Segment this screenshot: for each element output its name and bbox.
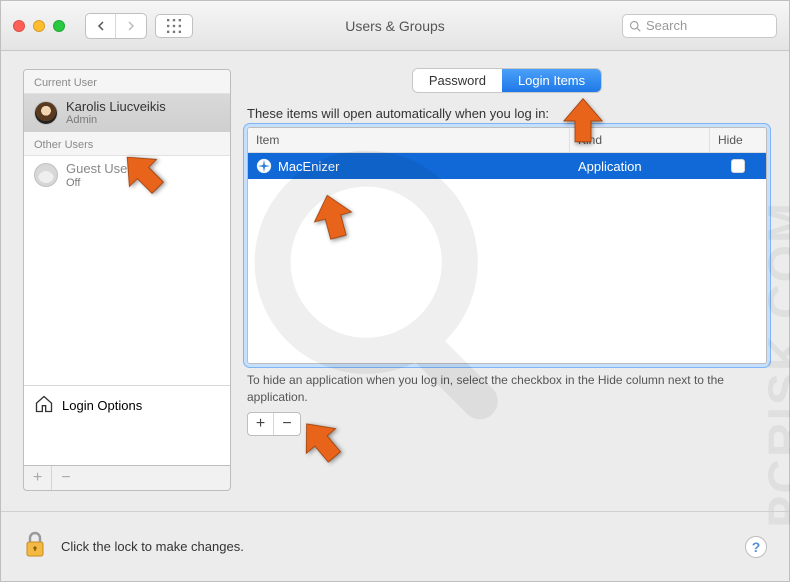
other-users-header: Other Users xyxy=(24,132,230,156)
col-item[interactable]: Item xyxy=(248,128,570,152)
item-name: MacEnizer xyxy=(278,159,339,174)
sidebar-item-current-user[interactable]: Karolis Liucveikis Admin xyxy=(24,94,230,132)
avatar xyxy=(34,163,58,187)
tab-password[interactable]: Password xyxy=(413,69,502,92)
user-role: Admin xyxy=(66,114,166,126)
lock-bar: Click the lock to make changes. ? xyxy=(1,511,789,581)
user-sidebar: Current User Karolis Liucveikis Admin Ot… xyxy=(23,69,231,466)
add-item-button[interactable]: + xyxy=(248,413,274,435)
nav-back-forward xyxy=(85,13,147,39)
forward-button[interactable] xyxy=(116,14,146,38)
login-options-label: Login Options xyxy=(62,398,142,413)
show-all-button[interactable] xyxy=(155,14,193,38)
help-button[interactable]: ? xyxy=(745,536,767,558)
remove-user-button: − xyxy=(52,466,80,490)
login-items-table: Item Kind Hide MacEnizer Application xyxy=(247,127,767,364)
table-row[interactable]: MacEnizer Application xyxy=(248,153,766,179)
minimize-button[interactable] xyxy=(33,20,45,32)
tab-segment: Password Login Items xyxy=(413,69,601,92)
sidebar-footer: + − xyxy=(23,466,231,491)
current-user-header: Current User xyxy=(24,70,230,94)
hide-note: To hide an application when you log in, … xyxy=(247,372,767,406)
watermark-text: PCRISK.COM xyxy=(759,201,790,528)
description: These items will open automatically when… xyxy=(247,106,767,121)
col-hide[interactable]: Hide xyxy=(710,128,766,152)
window-titlebar: Users & Groups Search xyxy=(1,1,789,51)
sidebar-item-guest[interactable]: Guest User Off xyxy=(24,156,230,194)
hide-checkbox[interactable] xyxy=(731,159,745,173)
user-name: Karolis Liucveikis xyxy=(66,100,166,114)
app-icon xyxy=(256,158,272,174)
maximize-button[interactable] xyxy=(53,20,65,32)
back-button[interactable] xyxy=(86,14,116,38)
window-controls xyxy=(13,20,65,32)
item-kind: Application xyxy=(570,154,710,179)
user-name: Guest User xyxy=(66,162,132,176)
add-remove-buttons: + − xyxy=(247,412,301,436)
search-input[interactable]: Search xyxy=(622,14,777,38)
avatar xyxy=(34,101,58,125)
close-button[interactable] xyxy=(13,20,25,32)
house-icon xyxy=(34,394,54,417)
user-role: Off xyxy=(66,177,132,189)
search-placeholder: Search xyxy=(646,18,687,33)
lock-icon[interactable] xyxy=(23,530,47,563)
col-kind[interactable]: Kind xyxy=(570,128,710,152)
tab-login-items[interactable]: Login Items xyxy=(502,69,601,92)
login-options-button[interactable]: Login Options xyxy=(24,385,230,425)
lock-text: Click the lock to make changes. xyxy=(61,539,244,554)
add-user-button: + xyxy=(24,466,52,490)
remove-item-button[interactable]: − xyxy=(274,413,300,435)
